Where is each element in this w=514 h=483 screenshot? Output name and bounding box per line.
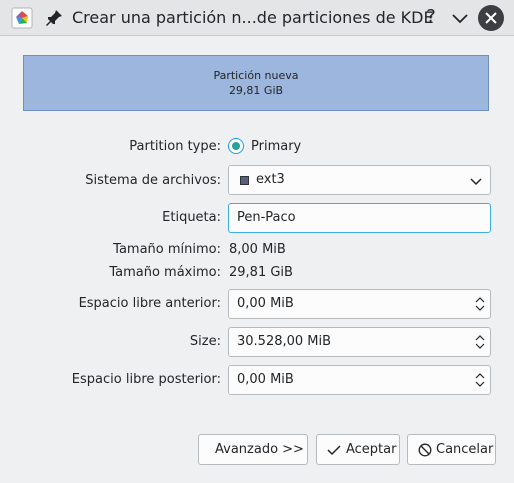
checkmark-icon bbox=[327, 445, 341, 456]
free-after-label: Espacio libre posterior: bbox=[71, 372, 221, 387]
cancel-button-label: Cancelar bbox=[436, 442, 494, 457]
filesystem-label: Sistema de archivos: bbox=[85, 173, 221, 188]
cancel-icon bbox=[418, 443, 432, 457]
spin-arrows-icon[interactable] bbox=[475, 370, 485, 390]
label-input[interactable]: Pen-Paco bbox=[228, 203, 491, 233]
free-after-value: 0,00 MiB bbox=[237, 372, 294, 387]
partition-preview: Partición nueva 29,81 GiB bbox=[23, 55, 489, 111]
partition-preview-name: Partición nueva bbox=[213, 69, 299, 82]
close-icon bbox=[485, 12, 497, 24]
cancel-button[interactable]: Cancelar bbox=[407, 434, 496, 465]
size-value: 30.528,00 MiB bbox=[237, 334, 332, 349]
title-bar: Crear una partición n...de particiones d… bbox=[0, 0, 514, 36]
close-button[interactable] bbox=[478, 5, 504, 31]
spin-arrows-icon[interactable] bbox=[475, 332, 485, 352]
min-size-label: Tamaño mínimo: bbox=[113, 242, 221, 257]
filesystem-combo[interactable]: ext3 bbox=[228, 165, 491, 195]
primary-radio[interactable] bbox=[228, 138, 244, 154]
pin-icon[interactable] bbox=[44, 8, 64, 28]
minimize-chevron-icon[interactable] bbox=[449, 7, 471, 29]
max-size-label: Tamaño máximo: bbox=[109, 265, 221, 280]
free-before-value: 0,00 MiB bbox=[237, 296, 294, 311]
chevron-down-icon bbox=[470, 178, 482, 186]
partition-manager-app-icon bbox=[11, 7, 33, 29]
accept-button[interactable]: Aceptar bbox=[316, 434, 400, 465]
advanced-button[interactable]: Avanzado >> bbox=[198, 434, 308, 465]
window-title: Crear una partición n...de particiones d… bbox=[72, 8, 434, 27]
partition-preview-size: 29,81 GiB bbox=[228, 84, 284, 97]
filesystem-color-icon bbox=[240, 176, 249, 185]
partition-type-label: Partition type: bbox=[129, 139, 221, 154]
max-size-value: 29,81 GiB bbox=[229, 265, 293, 280]
free-after-spinbox[interactable]: 0,00 MiB bbox=[228, 365, 491, 395]
advanced-button-label: Avanzado >> bbox=[215, 442, 304, 457]
min-size-value: 8,00 MiB bbox=[229, 242, 286, 257]
spin-arrows-icon[interactable] bbox=[475, 294, 485, 314]
help-button[interactable]: ? bbox=[420, 6, 442, 28]
size-spinbox[interactable]: 30.528,00 MiB bbox=[228, 327, 491, 357]
label-field-label: Etiqueta: bbox=[162, 210, 221, 225]
accept-button-label: Aceptar bbox=[346, 442, 397, 457]
label-input-value: Pen-Paco bbox=[237, 210, 296, 225]
free-before-label: Espacio libre anterior: bbox=[78, 296, 221, 311]
primary-radio-label[interactable]: Primary bbox=[251, 139, 301, 154]
filesystem-combo-value: ext3 bbox=[256, 172, 285, 187]
size-label: Size: bbox=[189, 334, 221, 349]
free-before-spinbox[interactable]: 0,00 MiB bbox=[228, 289, 491, 319]
